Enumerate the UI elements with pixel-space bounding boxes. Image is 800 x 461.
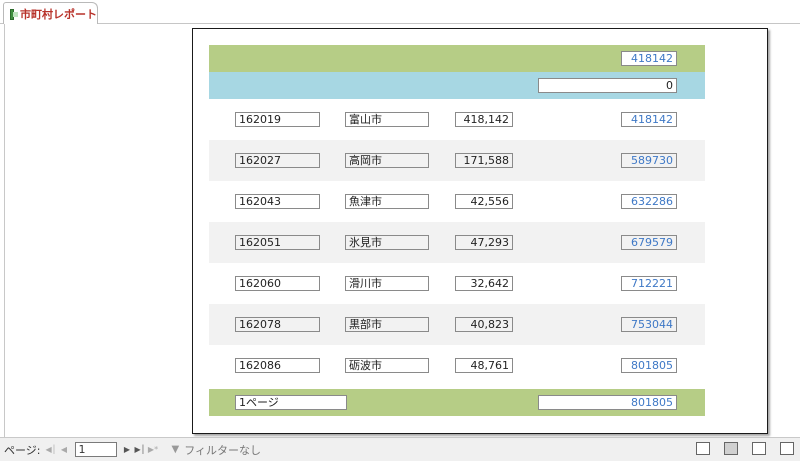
page-number-input[interactable]: 1 [74,442,117,457]
cumulative-total-field[interactable]: 753044 [621,317,677,332]
footer-total-field[interactable]: 801805 [538,395,677,410]
code-field[interactable]: 162051 [235,235,320,250]
cumulative-total-field[interactable]: 679579 [621,235,677,250]
municipality-name-field[interactable]: 高岡市 [345,153,429,168]
layout-view-icon[interactable] [752,442,766,455]
municipality-name-field[interactable]: 砺波市 [345,358,429,373]
workspace-divider [4,24,5,437]
filter-icon: ▼ [171,444,180,455]
prev-page-icon[interactable]: ◀ [58,443,71,457]
population-field[interactable]: 42,556 [455,194,513,209]
last-page-icon[interactable]: ▶│ [134,443,147,457]
municipality-name-field[interactable]: 黒部市 [345,317,429,332]
code-field[interactable]: 162019 [235,112,320,127]
municipality-name-field[interactable]: 氷見市 [345,235,429,250]
record-navigation-bar: ページ: ◀│ ◀ 1 ▶ ▶│ ▶* ▼ フィルターなし [0,437,800,461]
population-field[interactable]: 32,642 [455,276,513,291]
filter-label: フィルターなし [184,443,261,457]
population-field[interactable]: 48,761 [455,358,513,373]
page-footer-band: 1ページ 801805 [209,389,705,416]
table-row: 162086 砺波市 48,761 801805 [209,345,705,386]
municipality-name-field[interactable]: 滑川市 [345,276,429,291]
population-field[interactable]: 171,588 [455,153,513,168]
report-icon [10,8,18,20]
group-header-band: 0 [209,72,705,99]
table-row: 162027 高岡市 171,588 589730 [209,140,705,181]
tab-report[interactable]: 市町村レポート [3,2,98,25]
new-record-icon[interactable]: ▶* [147,443,160,457]
table-row: 162060 滑川市 32,642 712221 [209,263,705,304]
cumulative-total-field[interactable]: 712221 [621,276,677,291]
code-field[interactable]: 162043 [235,194,320,209]
table-row: 162078 黒部市 40,823 753044 [209,304,705,345]
cumulative-total-field[interactable]: 801805 [621,358,677,373]
population-field[interactable]: 418,142 [455,112,513,127]
municipality-name-field[interactable]: 富山市 [345,112,429,127]
code-field[interactable]: 162027 [235,153,320,168]
table-row: 162019 富山市 418,142 418142 [209,99,705,140]
cumulative-total-field[interactable]: 632286 [621,194,677,209]
cumulative-total-field[interactable]: 418142 [621,112,677,127]
design-view-icon[interactable] [780,442,794,455]
first-page-icon[interactable]: ◀│ [45,443,58,457]
filter-button[interactable]: ▼ フィルターなし [172,442,261,458]
group-value-field[interactable]: 0 [538,78,677,93]
page-label: ページ: [4,443,41,457]
page-number-field[interactable]: 1ページ [235,395,347,410]
header-total-field[interactable]: 418142 [621,51,677,66]
population-field[interactable]: 40,823 [455,317,513,332]
document-tab-strip: 市町村レポート [0,0,800,25]
table-row: 162051 氷見市 47,293 679579 [209,222,705,263]
report-page: 418142 0 162019 富山市 418,142 418142 162027 高岡市… [192,28,768,434]
code-field[interactable]: 162078 [235,317,320,332]
view-switcher [696,442,794,455]
next-page-icon[interactable]: ▶ [121,443,134,457]
cumulative-total-field[interactable]: 589730 [621,153,677,168]
print-preview-icon[interactable] [724,442,738,455]
report-view-icon[interactable] [696,442,710,455]
table-row: 162043 魚津市 42,556 632286 [209,181,705,222]
code-field[interactable]: 162086 [235,358,320,373]
tab-label: 市町村レポート [20,8,97,21]
code-field[interactable]: 162060 [235,276,320,291]
population-field[interactable]: 47,293 [455,235,513,250]
report-header-band: 418142 [209,45,705,72]
municipality-name-field[interactable]: 魚津市 [345,194,429,209]
